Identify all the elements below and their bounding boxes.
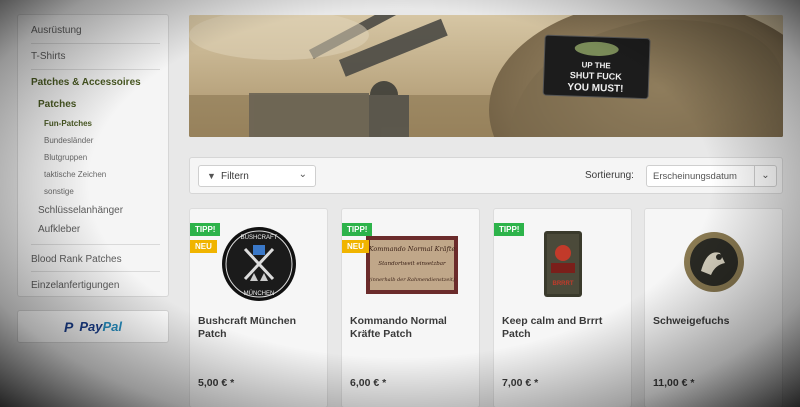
sidebar-item-ausruestung[interactable]: Ausrüstung <box>18 25 168 36</box>
sidebar-item-blood-rank-patches[interactable]: Blood Rank Patches <box>18 254 168 265</box>
product-card[interactable]: BRRRT TIPP! Keep calm and Brrrt Patch 7,… <box>493 208 632 407</box>
product-price: 7,00 € * <box>502 377 539 389</box>
sidebar-item-schluesselanhaenger[interactable]: Schlüsselanhänger <box>18 205 168 216</box>
sidebar-item-aufkleber[interactable]: Aufkleber <box>18 224 168 235</box>
filter-label: Filtern <box>221 171 249 182</box>
sidebar-item-tshirts[interactable]: T-Shirts <box>18 51 168 62</box>
chevron-down-icon: ⌄ <box>754 166 776 186</box>
new-badge: NEU <box>190 240 217 253</box>
patch-text: BRRRT <box>553 281 574 287</box>
svg-text:(innerhalb der Rahmendienstzei: (innerhalb der Rahmendienstzeit) <box>369 276 455 283</box>
svg-text:Standortweit einsetzbar: Standortweit einsetzbar <box>378 261 446 267</box>
sidebar-item-fun-patches[interactable]: Fun-Patches <box>18 119 168 128</box>
sidebar-item-taktische-zeichen[interactable]: taktische Zeichen <box>18 170 168 179</box>
product-card[interactable]: Schweigefuchs 11,00 € * <box>644 208 783 407</box>
divider <box>31 244 160 245</box>
product-name[interactable]: Kommando Normal Kräfte Patch <box>350 315 473 341</box>
tipp-badge: TIPP! <box>342 223 373 236</box>
paypal-logo: PayPal <box>79 319 122 334</box>
tipp-badge: TIPP! <box>190 223 221 236</box>
paypal-logo-text-light: Pal <box>102 319 122 334</box>
divider <box>31 43 160 44</box>
helmet-patch-line-3: YOU MUST! <box>567 82 623 95</box>
divider <box>31 271 160 272</box>
sidebar-item-bundeslaender[interactable]: Bundesländer <box>18 136 168 145</box>
product-image[interactable] <box>645 219 782 309</box>
product-name[interactable]: Keep calm and Brrrt Patch <box>502 315 625 341</box>
filter-button[interactable]: ▼ Filtern ⌄ <box>198 165 316 187</box>
patch-text: Kommando Normal Kräfte <box>368 245 456 253</box>
sidebar-item-blutgruppen[interactable]: Blutgruppen <box>18 153 168 162</box>
helmet-patch-line-2: SHUT FUCK <box>570 70 623 82</box>
new-badge: NEU <box>342 240 369 253</box>
paypal-logo-text-dark: Pay <box>79 319 103 334</box>
product-card[interactable]: BUSHCRAFT MÜNCHEN TIPP! NEU Bushcraft Mü… <box>189 208 328 407</box>
sort-label: Sortierung: <box>585 170 634 181</box>
chevron-down-icon: ⌄ <box>298 169 307 180</box>
sidebar-item-sonstige[interactable]: sonstige <box>18 187 168 196</box>
sort-value: Erscheinungsdatum <box>653 171 737 182</box>
sidebar-item-einzelanfertigungen[interactable]: Einzelanfertigungen <box>18 280 168 291</box>
product-price: 11,00 € * <box>653 377 695 389</box>
product-name[interactable]: Bushcraft München Patch <box>198 315 321 341</box>
divider <box>31 69 160 70</box>
tipp-badge: TIPP! <box>494 223 525 236</box>
sort-select[interactable]: Erscheinungsdatum ⌄ <box>646 165 777 187</box>
category-sidebar: Ausrüstung T-Shirts Patches & Accessoire… <box>17 14 169 297</box>
paypal-logo-box: P PayPal <box>17 310 169 343</box>
listing-toolbar: ▼ Filtern ⌄ Sortierung: Erscheinungsdatu… <box>189 157 783 194</box>
sidebar-item-patches-accessoires[interactable]: Patches & Accessoires <box>18 77 168 88</box>
product-name[interactable]: Schweigefuchs <box>653 315 776 328</box>
product-price: 6,00 € * <box>350 377 387 389</box>
product-card[interactable]: Kommando Normal Kräfte Standortweit eins… <box>341 208 480 407</box>
patch-text: MÜNCHEN <box>244 290 275 297</box>
sidebar-item-patches[interactable]: Patches <box>18 99 168 110</box>
patch-text: BUSHCRAFT <box>241 235 278 241</box>
product-price: 5,00 € * <box>198 377 235 389</box>
banner-illustration: UP THE SHUT FUCK YOU MUST! <box>189 15 783 137</box>
paypal-icon: P <box>64 318 74 335</box>
helmet-patch-line-1: UP THE <box>581 60 611 70</box>
filter-icon: ▼ <box>207 171 216 181</box>
category-banner-image: UP THE SHUT FUCK YOU MUST! <box>189 15 783 137</box>
